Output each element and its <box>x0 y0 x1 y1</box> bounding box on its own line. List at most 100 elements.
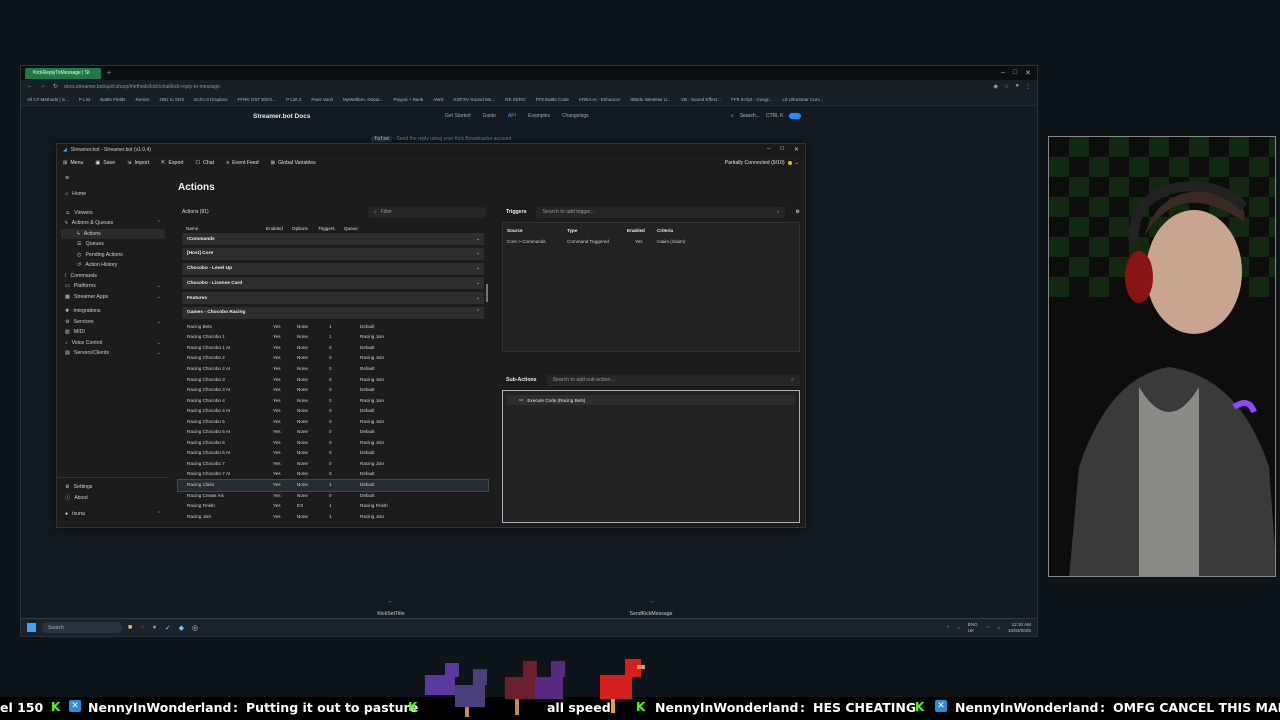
column-header[interactable]: Enabled <box>266 226 283 231</box>
table-row[interactable]: Racing Chocobo 2 Yes None 0 Racing Join <box>178 353 488 364</box>
sidebar-item-queues[interactable]: ☰ Queues <box>57 239 169 250</box>
sidebar-item-voice-control[interactable]: ♪ Voice Control ⌄ <box>57 338 169 349</box>
new-tab-icon[interactable]: + <box>107 70 111 77</box>
wifi-icon[interactable]: ◠ <box>986 625 990 631</box>
sidebar-item-viewers[interactable]: ☺ Viewers <box>57 208 169 219</box>
sidebar-item-commands[interactable]: ! Commands <box>57 271 169 282</box>
table-row[interactable]: Racing Chocobo 6 AI Yes None 0 Default <box>178 448 488 459</box>
profile-icon[interactable]: ● <box>1015 83 1019 90</box>
bookmark-item[interactable]: All C# Methods | S... <box>27 97 69 102</box>
hamburger-icon[interactable]: ≡ <box>57 171 169 185</box>
kebab-menu-icon[interactable]: ⋮ <box>1025 83 1031 90</box>
file-explorer-icon[interactable]: ■ <box>128 624 132 632</box>
column-header[interactable]: Options <box>292 226 308 231</box>
app-icon[interactable]: ◆ <box>179 624 184 632</box>
sidebar-item-actions-queues[interactable]: ϟ Actions & Queues ⌃ <box>57 218 169 229</box>
column-header[interactable]: Source <box>507 228 523 233</box>
table-row[interactable]: Racing Claim Yes None 1 Default <box>177 479 489 492</box>
action-group-header[interactable]: Chocobo - License Card ⌄ <box>182 277 484 290</box>
bookmark-item[interactable]: MyWelfare, Depar... <box>343 97 384 102</box>
table-row[interactable]: Racing Chocobo 1 Yes None 1 Racing Join <box>178 332 488 343</box>
table-row[interactable]: Racing Chocobo 2 AI Yes None 0 Default <box>178 364 488 375</box>
connection-status[interactable]: Partially Connected (9/10) ⌄ <box>725 160 799 166</box>
sidebar-item-streamer-apps[interactable]: ▦ Streamer Apps ⌄ <box>57 292 169 303</box>
column-header[interactable]: Queue <box>344 226 358 231</box>
minimize-icon[interactable]: – <box>1001 69 1005 77</box>
save-button[interactable]: ▣ Save <box>95 160 115 166</box>
event-feed-button[interactable]: ≡ Event Feed <box>226 160 259 166</box>
volume-icon[interactable]: ♪ <box>998 625 1000 630</box>
maximize-icon[interactable]: □ <box>1013 69 1017 77</box>
docs-nav-link[interactable]: API <box>508 113 516 119</box>
sidebar-item-settings[interactable]: ⚙ Settings <box>57 482 169 493</box>
sidebar-item-services[interactable]: ⚙ Services ⌄ <box>57 317 169 328</box>
bookmark-item[interactable]: VB - Sound Effect... <box>681 97 721 102</box>
table-row[interactable]: Racing Chocobo 4 Yes None 0 Racing Join <box>178 396 488 407</box>
docs-nav-link[interactable]: Guide <box>483 113 496 119</box>
sidebar-item-profile[interactable]: ● tsuna ⌃ <box>57 509 169 520</box>
docs-logo[interactable]: Streamer.bot Docs <box>253 113 310 120</box>
bookmark-item[interactable]: KREA AI - Enhancer <box>579 97 620 102</box>
menu-button[interactable]: ⊞ Menu <box>63 160 83 166</box>
sidebar-item-pending-actions[interactable]: ◴ Pending Actions <box>57 250 169 261</box>
url-field[interactable]: docs.streamer.bot/api/csharp/methods/kic… <box>64 84 987 90</box>
bookmark-item[interactable]: Battle Fields <box>100 97 125 102</box>
bookmark-item[interactable]: FF8 Battle Code <box>536 97 569 102</box>
table-row[interactable]: Racing Create Ais Yes None 0 Default <box>178 491 488 502</box>
actions-scrollbar[interactable] <box>486 284 488 302</box>
table-row[interactable]: Racing Chocobo 5 Yes None 0 Racing Join <box>178 417 488 428</box>
table-row[interactable]: Racing Join Yes None 1 Racing Join <box>178 512 488 523</box>
table-row[interactable]: Racing Chocobo 7 AI Yes None 0 Default <box>178 469 488 480</box>
column-header[interactable]: Enabled <box>627 228 645 233</box>
docs-search[interactable]: ⌕ Search... CTRL K <box>731 113 802 119</box>
close-icon[interactable]: ✕ <box>1025 69 1031 77</box>
subaction-search-input[interactable]: Search to add sub-action... ⌕ <box>546 374 800 386</box>
bookmark-item[interactable]: FFRK OST Elio's... <box>238 97 277 102</box>
steam-icon[interactable]: ✓ <box>165 624 171 632</box>
import-button[interactable]: ⇲ Import <box>127 160 149 166</box>
export-button[interactable]: ⇱ Export <box>161 160 183 166</box>
docs-nav-link[interactable]: Changelogs <box>562 113 589 119</box>
bookmark-item[interactable]: Resize <box>135 97 149 102</box>
action-group-header[interactable]: [Host] Core ⌄ <box>182 247 484 260</box>
taskbar-search[interactable]: Search <box>42 622 122 633</box>
app-maximize-icon[interactable]: □ <box>780 146 784 153</box>
app-close-icon[interactable]: ✕ <box>794 146 799 153</box>
network-icon[interactable]: ⌂ <box>957 625 960 630</box>
tray-chevron-icon[interactable]: ^ <box>947 625 949 630</box>
table-row[interactable]: Racing Chocobo 1 AI Yes None 0 Default <box>178 343 488 354</box>
table-row[interactable]: Racing Chocobo 4 AI Yes None 0 Default <box>178 406 488 417</box>
windows-start-icon[interactable] <box>27 623 36 632</box>
theme-toggle[interactable] <box>789 113 802 119</box>
bookmark-item[interactable]: KOFXV Sound Mo... <box>454 97 496 102</box>
back-icon[interactable]: ← <box>27 83 33 90</box>
column-header[interactable]: Triggers <box>318 226 335 231</box>
action-group-header[interactable]: !Commands ⌄ <box>182 233 484 245</box>
bookmark-item[interactable]: AWS <box>433 97 443 102</box>
bookmark-item[interactable]: P List <box>79 97 90 102</box>
table-row[interactable]: Racing Bets Yes None 1 Default <box>178 322 488 333</box>
extension-icon[interactable]: ◆ <box>993 83 998 90</box>
action-group-header[interactable]: Games - Chocobo Racing ⌃ <box>182 306 484 319</box>
bookmark-item[interactable]: FF9 Script - Googl... <box>731 97 772 102</box>
column-header[interactable]: Name <box>186 226 198 231</box>
action-group-header[interactable]: Chocobo - Level Up ⌄ <box>182 262 484 275</box>
forward-icon[interactable]: → <box>40 83 46 90</box>
prev-link[interactable]: ← KickSetTitle <box>291 598 491 617</box>
sidebar-item-midi[interactable]: ▥ MIDI <box>57 327 169 338</box>
sidebar-item-servers-clients[interactable]: ▤ Servers/Clients ⌄ <box>57 348 169 359</box>
bookmark-item[interactable]: P List 2 <box>286 97 301 102</box>
bookmark-item[interactable]: Paypal + Bank <box>393 97 423 102</box>
column-header[interactable]: Type <box>567 228 577 233</box>
clock[interactable]: 12:30 AM 10/03/2026 <box>1008 622 1031 634</box>
language-indicator[interactable]: ENG UK <box>968 622 978 634</box>
bookmark-item[interactable]: 8Bitdo Wireless U... <box>630 97 670 102</box>
bookmark-item[interactable]: L0 UltraGear Curv... <box>782 97 823 102</box>
filter-input[interactable]: ⌕ Filter <box>368 206 486 218</box>
action-group-header[interactable]: Features ⌄ <box>182 292 484 305</box>
table-row[interactable]: Racing Chocobo 5 AI Yes None 0 Default <box>178 427 488 438</box>
browser-tab[interactable]: KickReplyToMessage | St <box>25 67 101 79</box>
settings-icon[interactable]: ⚙ <box>795 209 800 215</box>
docs-nav-link[interactable]: Get Started <box>445 113 471 119</box>
next-link[interactable]: → SendKickMessage <box>551 598 751 617</box>
